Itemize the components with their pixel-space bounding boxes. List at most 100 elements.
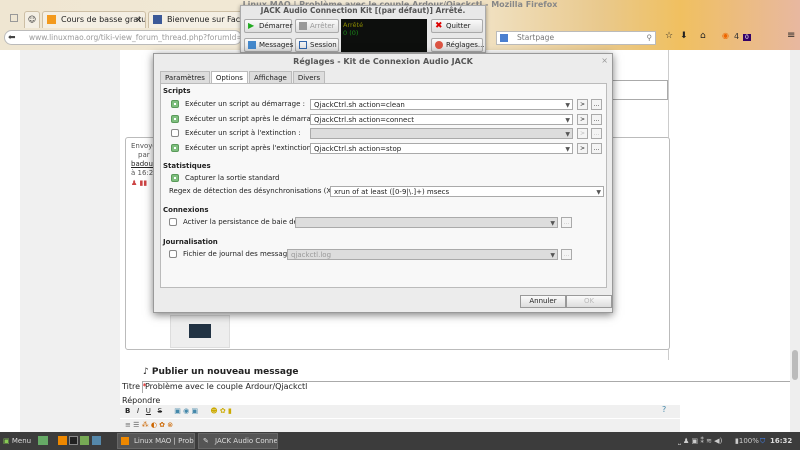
symbol-button[interactable]: >	[577, 114, 588, 125]
battery-indicator[interactable]: ▮100%	[735, 432, 759, 450]
browse-button[interactable]: ...	[561, 249, 572, 260]
jack-main-window: JACK Audio Connection Kit [(par défaut)]…	[240, 5, 486, 53]
search-input[interactable]: Startpage ⚲	[496, 31, 656, 45]
symbol-button[interactable]: >	[577, 143, 588, 154]
italic-button[interactable]: I	[137, 407, 139, 415]
cancel-button[interactable]: Annuler	[520, 295, 566, 308]
screenshot-thumbnail[interactable]	[170, 315, 230, 348]
xrun-regex-row: Regex de détection des désynchronisation…	[169, 186, 604, 197]
help-icon[interactable]: ?	[662, 405, 666, 414]
checkbox[interactable]	[171, 115, 179, 123]
close-tab-icon[interactable]: ×	[135, 12, 142, 28]
scrollbar-thumb[interactable]	[792, 350, 798, 380]
dialog-tabs: Paramètres Options Affichage Divers	[160, 71, 326, 83]
smiley-icon[interactable]: ☻ ✿ ▮	[210, 407, 231, 415]
terminal-launcher-icon[interactable]	[69, 436, 78, 445]
downloads-icon[interactable]: ⬇	[680, 31, 688, 41]
back-icon[interactable]: ⬅	[8, 32, 16, 44]
setup-button[interactable]: Réglages...	[431, 38, 485, 52]
checkbox[interactable]	[169, 218, 177, 226]
patchbay-combo[interactable]: ▼	[295, 217, 558, 228]
browse-button[interactable]: ...	[591, 99, 602, 110]
tray-icons[interactable]: ⎵ ♟ ▣ ⁑ ≋ ◀)	[678, 432, 722, 450]
checkbox[interactable]	[171, 100, 179, 108]
firefox-launcher-icon[interactable]	[58, 436, 67, 445]
title-input[interactable]: Problème avec le couple Ardour/Qjackctl	[142, 381, 790, 393]
script-combo[interactable]: QjackCtrl.sh action=stop ▼	[310, 143, 573, 154]
app-launcher-icon[interactable]	[92, 436, 101, 445]
files-launcher-icon[interactable]	[80, 436, 89, 445]
shield-icon[interactable]: ⛉	[760, 432, 765, 450]
row-label: Exécuter un script à l'extinction :	[185, 129, 301, 137]
regex-combo[interactable]: xrun of at least ([0-9|\.]+) msecs ▼	[330, 186, 604, 197]
strike-button[interactable]: S	[158, 407, 162, 415]
patchbay-row: Activer la persistance de baie de brassa…	[169, 217, 599, 228]
xrun-count: 0 (0)	[343, 29, 359, 37]
search-icon[interactable]: ⚲	[647, 32, 653, 44]
checkbox[interactable]	[169, 250, 177, 258]
browse-button[interactable]: ...	[591, 143, 602, 154]
addon-badge[interactable]: 0	[743, 34, 751, 41]
pinned-tab[interactable]: ☺	[24, 11, 40, 28]
thumbnail-image	[189, 324, 211, 338]
checkbox[interactable]	[171, 144, 179, 152]
settings-dialog: Réglages - Kit de Connexion Audio JACK ×…	[153, 53, 613, 313]
log-file-row: Fichier de journal des messages : qjackct…	[169, 249, 599, 260]
user-icons: ♟ ▮▮	[131, 179, 148, 187]
url-bar[interactable]: ⬅ www.linuxmao.org/tiki-view_forum_thread…	[4, 30, 242, 45]
link-icon[interactable]: ▣ ◉ ▣	[174, 407, 198, 415]
tab-parametres[interactable]: Paramètres	[160, 71, 210, 83]
misc-icons[interactable]: ⁂ ◐ ✿ ⊗	[142, 421, 174, 429]
search-engine-icon	[500, 34, 508, 42]
show-desktop-icon[interactable]	[38, 436, 48, 445]
underline-button[interactable]: U	[146, 407, 151, 415]
menu-icon[interactable]: ≡	[787, 30, 795, 41]
script-post-startup-row: Exécuter un script après le démarrage :Q…	[171, 114, 602, 125]
tab-facebook[interactable]: Bienvenue sur Faceb...	[148, 11, 244, 28]
tab-label: Bienvenue sur Faceb...	[167, 15, 244, 24]
checkbox[interactable]	[171, 174, 179, 182]
close-icon[interactable]: ×	[601, 56, 608, 65]
checkbox[interactable]	[171, 129, 179, 137]
taskbar-jack[interactable]: ✎ JACK Audio Connecti...	[198, 433, 278, 449]
home-icon[interactable]: ⌂	[700, 31, 706, 41]
menu-button[interactable]: ▣ Menu	[3, 432, 31, 450]
clock[interactable]: 16:32	[770, 432, 792, 450]
tab-divers[interactable]: Divers	[292, 71, 326, 83]
play-icon: ▶	[248, 21, 255, 30]
symbol-button[interactable]: >	[577, 128, 588, 139]
script-combo[interactable]: QjackCtrl.sh action=connect ▼	[310, 114, 573, 125]
row-label: Capturer la sortie standard	[185, 174, 280, 182]
script-combo[interactable]: QjackCtrl.sh action=clean ▼	[310, 99, 573, 110]
align-icon[interactable]: ≡ ☰	[125, 421, 139, 429]
tab-affichage[interactable]: Affichage	[248, 71, 292, 83]
bold-button[interactable]: B	[125, 407, 130, 415]
rss-icon[interactable]: ◉	[722, 31, 729, 40]
browse-button[interactable]: ...	[591, 128, 602, 139]
window-label: JACK Audio Connecti...	[215, 437, 278, 445]
log-file-combo[interactable]: qjackctl.log ▼	[287, 249, 558, 260]
notification-count: 4	[734, 32, 740, 41]
capture-stdout-row: Capturer la sortie standard	[171, 173, 601, 184]
mint-logo-icon: ▣	[3, 437, 10, 445]
tab-group-icon[interactable]	[10, 14, 18, 22]
tab-cours-basse[interactable]: Cours de basse gratu... ×	[42, 11, 146, 28]
session-button[interactable]: Session	[295, 38, 339, 52]
browse-button[interactable]: ...	[591, 114, 602, 125]
symbol-button[interactable]: >	[577, 99, 588, 110]
bookmark-star-icon[interactable]: ☆	[665, 31, 673, 41]
messages-button[interactable]: Messages	[244, 38, 293, 52]
quit-button[interactable]: ✖ Quitter	[431, 19, 483, 33]
browse-button[interactable]: ...	[561, 217, 572, 228]
script-combo[interactable]: ▼	[310, 128, 573, 139]
dropdown-arrow-icon: ▼	[565, 102, 570, 109]
settings-icon	[435, 41, 443, 49]
taskbar-firefox[interactable]: Linux MAO | Problè...	[117, 433, 195, 449]
tab-options[interactable]: Options	[210, 71, 248, 83]
stop-button[interactable]: Arrêter	[295, 19, 339, 33]
ok-button[interactable]: OK	[566, 295, 612, 308]
editor-toolbar: B I U S ▣ ◉ ▣ ☻ ✿ ▮	[120, 405, 680, 418]
start-button[interactable]: ▶ Démarrer	[244, 19, 292, 33]
label-text: Titre	[122, 382, 141, 391]
post-by: par	[138, 151, 150, 159]
